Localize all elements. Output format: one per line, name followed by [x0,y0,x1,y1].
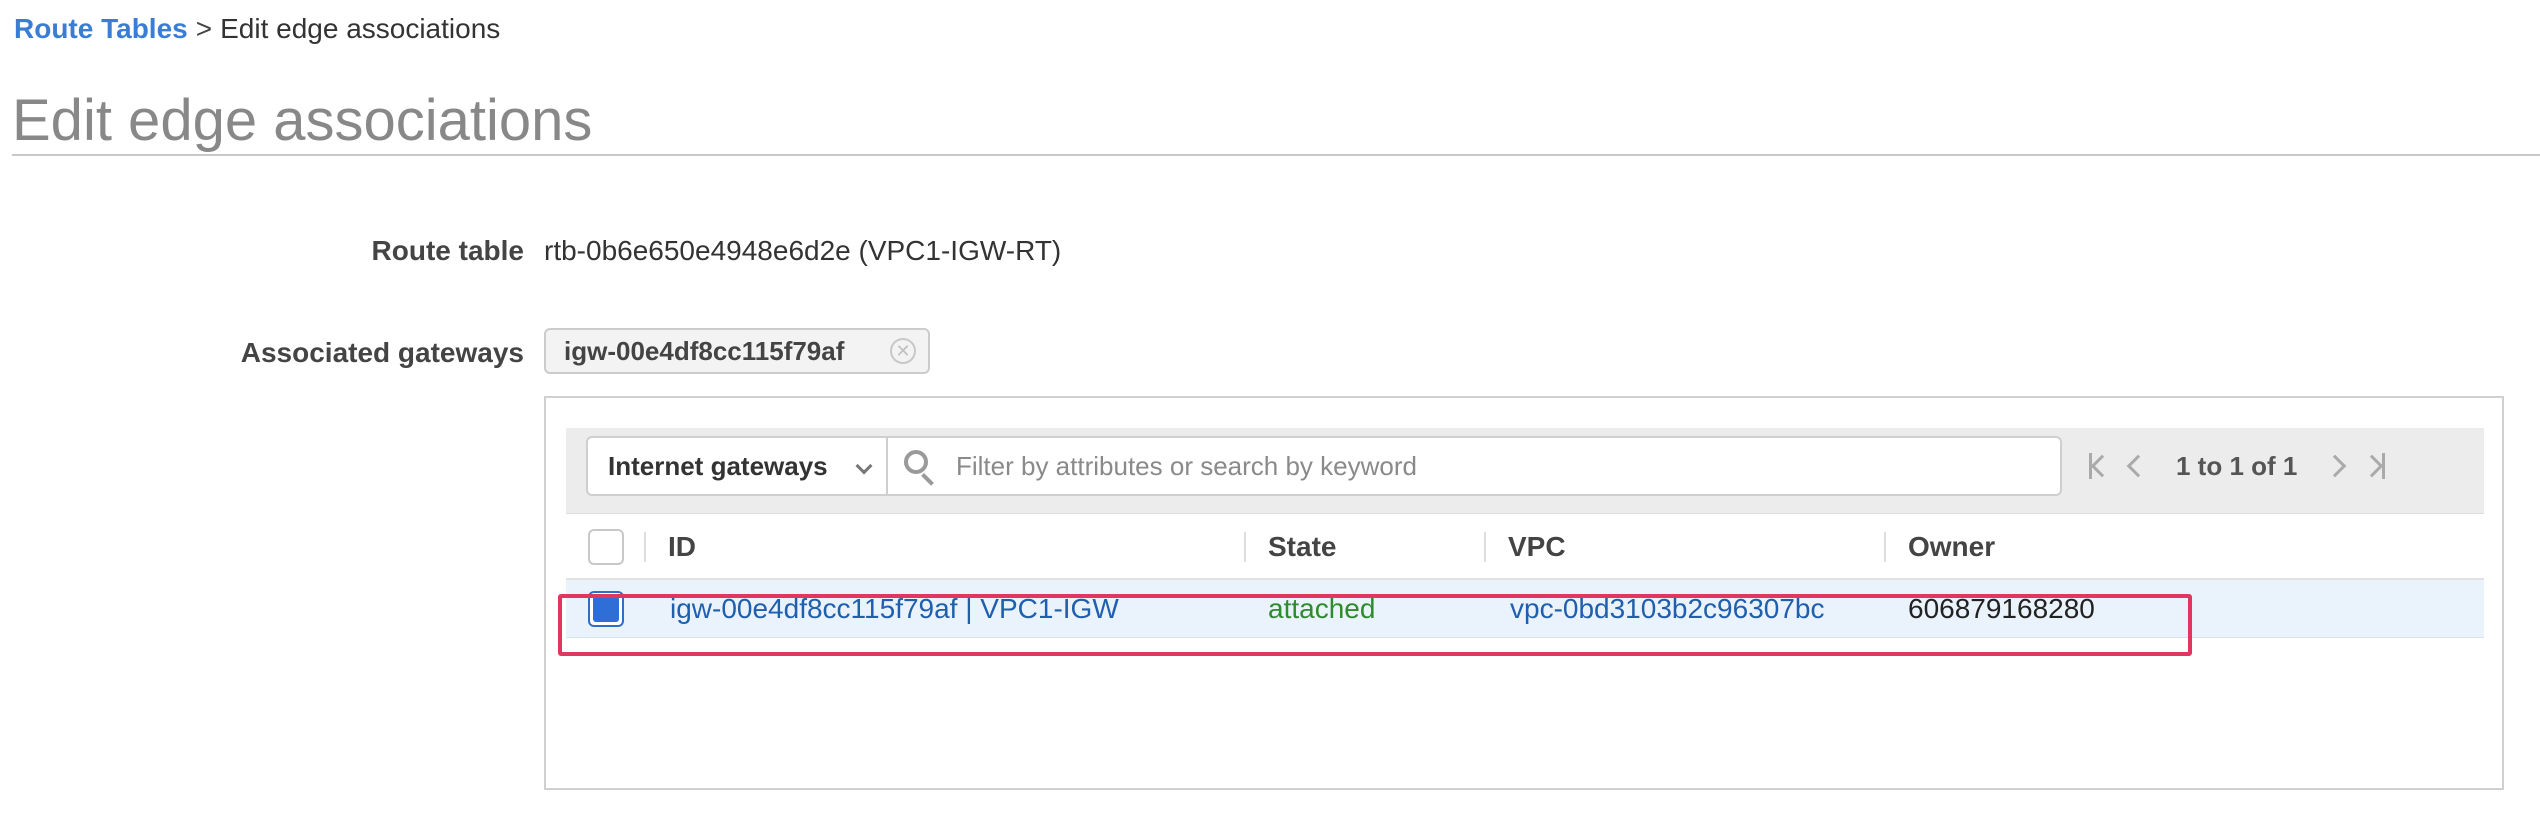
table-toolbar: Internet gateways 1 to 1 of 1 [566,428,2484,514]
breadcrumb-current: Edit edge associations [220,13,501,44]
route-table-label: Route table [371,235,524,266]
table-header: ID State VPC Owner [566,514,2484,580]
column-header-vpc[interactable]: VPC [1508,514,1566,580]
page: Route Tables > Edit edge associations Edit… [0,0,2540,826]
column-divider [1244,532,1246,562]
pagination-text: 1 to 1 of 1 [2176,450,2298,481]
column-header-id[interactable]: ID [668,514,696,580]
search-box [886,436,2062,496]
vpc-id-link[interactable]: vpc-0bd3103b2c96307bc [1510,580,1824,638]
gateways-table-panel: Internet gateways 1 to 1 of 1 [544,396,2504,790]
column-divider [644,532,646,562]
associated-gateway-token: igw-00e4df8cc115f79af ✕ [544,328,930,374]
breadcrumb: Route Tables > Edit edge associations [14,12,500,46]
column-divider [1884,532,1886,562]
gateway-state: attached [1268,593,1376,624]
breadcrumb-route-tables-link[interactable]: Route Tables [14,13,188,44]
pagination: 1 to 1 of 1 [2078,436,2468,496]
token-label: igw-00e4df8cc115f79af [564,335,845,366]
column-header-state[interactable]: State [1268,514,1336,580]
search-input[interactable] [956,441,2006,491]
previous-page-icon[interactable] [2118,446,2158,486]
first-page-icon[interactable] [2078,446,2118,486]
associated-gateways-label: Associated gateways [240,337,524,368]
gateways-table: Internet gateways 1 to 1 of 1 [566,428,2484,650]
resource-type-label: Internet gateways [608,450,828,481]
chevron-down-icon [855,457,873,475]
page-title: Edit edge associations [12,88,593,153]
resource-type-dropdown[interactable]: Internet gateways [586,436,886,496]
row-select-checkbox[interactable] [588,591,624,627]
gateway-id-link[interactable]: igw-00e4df8cc115f79af | VPC1-IGW [670,580,1119,638]
column-header-owner[interactable]: Owner [1908,514,1995,580]
route-table-value: rtb-0b6e650e4948e6d2e (VPC1-IGW-RT) [544,235,1062,266]
select-all-checkbox[interactable] [588,529,624,565]
owner-id: 606879168280 [1908,593,2095,624]
next-page-icon[interactable] [2315,446,2355,486]
breadcrumb-separator: > [195,13,213,44]
search-icon [900,446,940,486]
last-page-icon[interactable] [2355,446,2395,486]
title-divider [12,154,2540,156]
table-row[interactable]: igw-00e4df8cc115f79af | VPC1-IGW attache… [566,580,2484,638]
remove-token-icon[interactable]: ✕ [890,338,916,364]
column-divider [1484,532,1486,562]
